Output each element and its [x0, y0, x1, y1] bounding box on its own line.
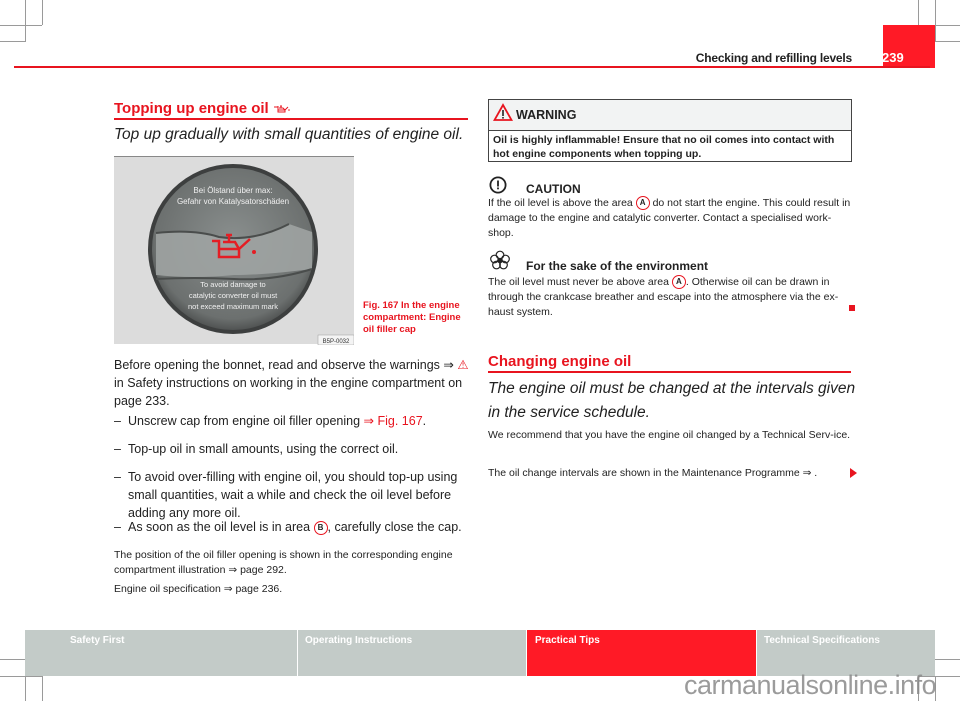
- section-lead: The engine oil must be changed at the in…: [488, 380, 856, 421]
- step-item: – To avoid over-filling with engine oil,…: [114, 470, 458, 520]
- recommendation-paragraph: We recommend that you have the engine oi…: [488, 429, 851, 441]
- warning-text: Oil is highly inflammable! Ensure that n…: [493, 134, 835, 160]
- warning-triangle-icon: [492, 103, 514, 126]
- warning-title: WARNING: [516, 108, 577, 122]
- marker-b: B: [313, 521, 328, 535]
- section-rule: [114, 118, 468, 120]
- header-rule: [14, 66, 930, 68]
- watermark: carmanualsonline.info: [684, 670, 937, 700]
- section-title-changing-oil: Changing engine oil: [488, 353, 632, 370]
- oil-can-icon: [273, 101, 291, 118]
- warning-header: WARNING: [489, 100, 851, 131]
- figure-oil-filler-cap: Bei Ölstand über max: Gefahr von Katalys…: [114, 156, 355, 346]
- environment-title: For the sake of the environment: [526, 259, 709, 273]
- step-item: – As soon as the oil level is in area B,…: [114, 520, 462, 535]
- page-number: 239: [882, 50, 904, 65]
- cap-text-en-1: To avoid damage to: [200, 280, 265, 289]
- marker-a: A: [671, 275, 686, 289]
- caution-icon: [489, 176, 507, 198]
- chapter-title: Checking and refilling levels: [695, 51, 852, 65]
- environment-text: The oil level must never be above area A…: [488, 275, 839, 318]
- section-title-topping-up: Topping up engine oil: [114, 100, 291, 118]
- note-filler-position: The position of the oil filler opening i…: [114, 549, 453, 576]
- intervals-paragraph: The oil change intervals are shown in th…: [488, 467, 818, 479]
- figure-code: B5P-0032: [323, 339, 350, 345]
- warning-box: WARNING Oil is highly inflammable! Ensur…: [488, 99, 852, 162]
- continue-arrow-icon: [850, 468, 857, 478]
- cap-text-en-3: not exceed maximum mark: [188, 302, 278, 311]
- cap-text-de-1: Bei Ölstand über max:: [193, 186, 272, 195]
- caution-title: CAUTION: [526, 182, 581, 196]
- cap-text-en-2: catalytic converter oil must: [189, 291, 278, 300]
- section-rule: [488, 371, 851, 373]
- note-oil-spec: Engine oil specification ⇒ page 236.: [114, 583, 283, 595]
- step-item: – Unscrew cap from engine oil filler ope…: [114, 414, 427, 428]
- caution-text: If the oil level is above the area A do …: [488, 196, 851, 239]
- step-item: – Top-up oil in small amounts, using the…: [114, 442, 399, 456]
- warning-triangle-icon: ⚠: [457, 358, 469, 372]
- figure-caption: Fig. 167 In the engine compartment: Engi…: [363, 300, 461, 335]
- figure-link[interactable]: ⇒ Fig. 167: [364, 414, 423, 428]
- end-of-section-marker: [849, 305, 855, 311]
- marker-a: A: [635, 196, 650, 210]
- flower-environment-icon: [489, 250, 511, 274]
- intro-paragraph: Before opening the bonnet, read and obse…: [114, 358, 469, 408]
- oil-filler-cap-illustration: Bei Ölstand über max: Gefahr von Katalys…: [148, 164, 355, 346]
- tab-safety-first[interactable]: Safety First: [25, 630, 297, 676]
- section-lead: Top up gradually with small quantities o…: [114, 126, 464, 143]
- tab-operating-instructions[interactable]: Operating Instructions: [298, 630, 526, 676]
- cap-text-de-2: Gefahr von Katalysatorschäden: [177, 197, 289, 206]
